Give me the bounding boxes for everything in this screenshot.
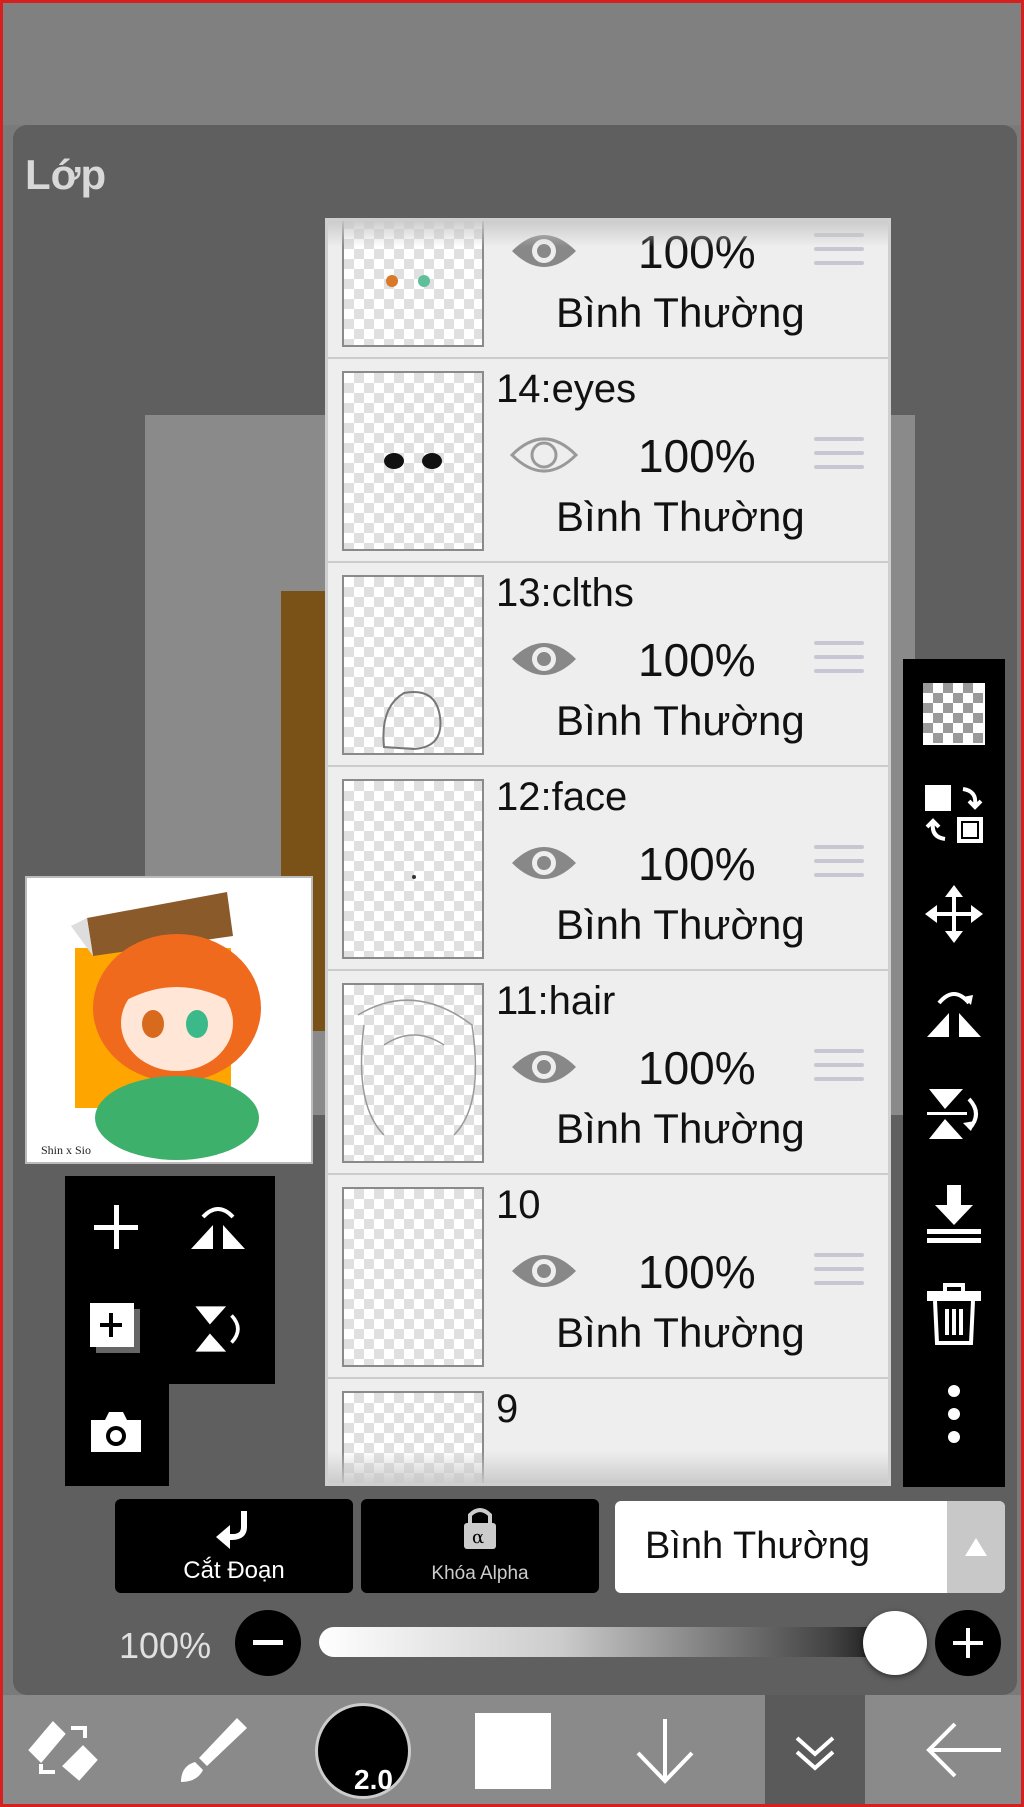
layer-tools-column [903, 659, 1005, 1487]
transparent-bg-icon[interactable] [917, 677, 991, 751]
layer-thumbnail [342, 779, 484, 959]
opacity-slider-knob[interactable] [863, 1611, 927, 1675]
layer-row[interactable]: 13:clths 100% Bình Thường [328, 563, 888, 767]
layer-name: 12:face [496, 775, 628, 819]
lock-icon: α [464, 1508, 496, 1549]
layer-row[interactable]: 14:eyes 100% Bình Thường [328, 359, 888, 563]
eye-icon[interactable] [508, 1243, 580, 1299]
plus-icon [953, 1628, 983, 1658]
clipping-icon [216, 1511, 247, 1549]
trash-icon[interactable] [917, 1277, 991, 1351]
more-icon[interactable] [917, 1377, 991, 1451]
swap-tool-icon[interactable] [13, 1695, 113, 1804]
bottom-toolbar: 2.0 [3, 1695, 1021, 1804]
eye-icon[interactable] [508, 835, 580, 891]
top-area [3, 3, 1021, 125]
drag-handle-icon[interactable] [814, 845, 864, 889]
layer-opacity: 100% [638, 1246, 756, 1298]
drag-handle-icon[interactable] [814, 641, 864, 685]
flip-vertical-icon[interactable] [917, 1077, 991, 1151]
layer-blend-mode: Bình Thường [556, 1105, 805, 1152]
camera-icon[interactable] [81, 1397, 151, 1467]
clipping-button[interactable]: Cắt Đoạn [115, 1499, 353, 1593]
eye-icon[interactable] [508, 631, 580, 687]
layer-row[interactable]: 10 100% Bình Thường [328, 1175, 888, 1379]
color-swatch[interactable] [475, 1713, 551, 1789]
chevron-up-icon[interactable] [947, 1501, 1005, 1593]
drag-handle-icon[interactable] [814, 1253, 864, 1297]
layer-list[interactable]: 15 100% Bình Thường 14:eyes 100% Bình Th… [325, 218, 891, 1486]
layer-row[interactable]: 11:hair 100% Bình Thường [328, 971, 888, 1175]
face-sketch-icon [412, 875, 416, 879]
clipping-label: Cắt Đoạn [183, 1557, 285, 1584]
flip-layer-v-icon[interactable] [183, 1294, 253, 1364]
flip-horizontal-icon[interactable] [917, 977, 991, 1051]
layer-opacity: 100% [638, 838, 756, 890]
down-arrow-icon[interactable] [615, 1695, 715, 1804]
layer-blend-mode: Bình Thường [556, 697, 805, 744]
layer-blend-mode: Bình Thường [556, 289, 805, 336]
layer-thumbnail [342, 575, 484, 755]
move-icon[interactable] [917, 877, 991, 951]
hair-sketch-icon [357, 999, 477, 1136]
layer-opacity: 100% [638, 430, 756, 482]
layer-thumbnail [342, 1187, 484, 1367]
eyes-sketch-icon [384, 453, 442, 469]
panel-title: Lớp [25, 151, 107, 198]
left-tool-block-2 [65, 1381, 169, 1486]
brush-size-indicator[interactable]: 2.0 [315, 1703, 411, 1799]
layer-thumbnail [342, 371, 484, 551]
blend-mode-select[interactable]: Bình Thường [615, 1501, 1005, 1593]
opacity-increase-button[interactable] [935, 1610, 1001, 1676]
back-icon[interactable] [915, 1695, 1015, 1804]
drag-handle-icon[interactable] [814, 437, 864, 481]
eye-hidden-icon[interactable] [508, 427, 580, 483]
clothes-sketch-icon [382, 691, 442, 751]
add-layer-icon[interactable] [81, 1192, 151, 1262]
layer-name: 11:hair [496, 979, 616, 1023]
layer-opacity: 100% [638, 634, 756, 686]
alpha-lock-button[interactable]: α Khóa Alpha [361, 1499, 599, 1593]
alpha-lock-label: Khóa Alpha [431, 1563, 529, 1584]
flip-layer-h-icon[interactable] [183, 1192, 253, 1262]
list-fade-top [328, 221, 888, 247]
list-fade-bottom [328, 1451, 888, 1483]
swap-layers-icon[interactable] [917, 777, 991, 851]
layer-name: 9 [496, 1387, 519, 1431]
layer-name: 10 [496, 1183, 541, 1227]
layer-blend-mode: Bình Thường [556, 493, 805, 540]
left-tool-block [65, 1176, 275, 1384]
opacity-slider-track[interactable] [319, 1627, 919, 1657]
layer-opacity: 100% [638, 1042, 756, 1094]
collapse-icon[interactable] [765, 1695, 865, 1804]
layer-blend-mode: Bình Thường [556, 901, 805, 948]
minus-icon [253, 1640, 283, 1645]
drag-handle-icon[interactable] [814, 1049, 864, 1093]
artwork-signature: Shin x Sio [41, 1143, 91, 1157]
eye-icon[interactable] [508, 1039, 580, 1095]
blend-mode-value: Bình Thường [645, 1525, 871, 1567]
layer-name: 14:eyes [496, 367, 637, 411]
opacity-decrease-button[interactable] [235, 1610, 301, 1676]
svg-text:α: α [472, 1527, 484, 1548]
layer-thumbnail [342, 983, 484, 1163]
layer-blend-mode: Bình Thường [556, 1309, 805, 1356]
add-copy-icon[interactable] [81, 1294, 151, 1364]
layer-row[interactable]: 12:face 100% Bình Thường [328, 767, 888, 971]
brush-size-value: 2.0 [354, 1764, 393, 1795]
merge-down-icon[interactable] [917, 1177, 991, 1251]
canvas-preview[interactable]: Shin x Sio [25, 876, 313, 1164]
artwork-thumbnail-icon: Shin x Sio [41, 892, 261, 1160]
opacity-value: 100% [119, 1625, 212, 1666]
brush-icon[interactable] [163, 1695, 263, 1804]
layer-name: 13:clths [496, 571, 634, 615]
